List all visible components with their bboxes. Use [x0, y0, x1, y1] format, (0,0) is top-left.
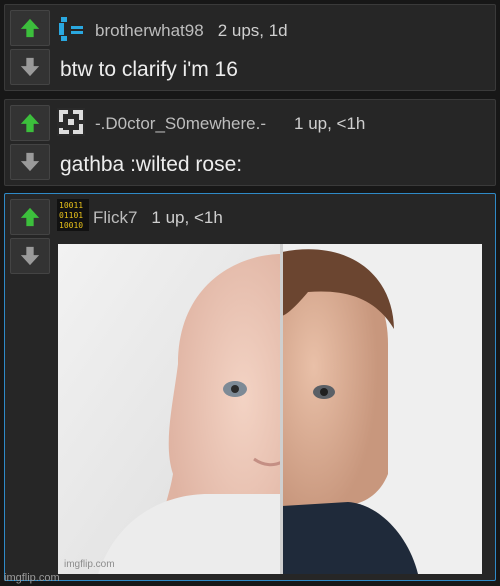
username-link[interactable]: -.D0ctor_S0mewhere.-	[95, 114, 266, 133]
comment-card: brotherwhat98 2 ups, 1d btw to clarify i'…	[4, 4, 496, 91]
vote-column	[10, 199, 50, 277]
comment-meta: brotherwhat98 2 ups, 1d	[95, 21, 288, 41]
svg-text:10010: 10010	[59, 221, 83, 230]
footer-watermark: imgflip.com	[4, 572, 60, 584]
username-link[interactable]: brotherwhat98	[95, 21, 204, 40]
up-arrow-icon	[20, 18, 40, 38]
svg-text:01101: 01101	[59, 211, 83, 220]
comment-image[interactable]: imgflip.com	[58, 244, 482, 574]
up-arrow-icon	[20, 113, 40, 133]
upvote-button[interactable]	[10, 105, 50, 141]
downvote-button[interactable]	[10, 144, 50, 180]
avatar[interactable]: 10011 01101 10010	[57, 199, 89, 231]
upvote-button[interactable]	[10, 199, 50, 235]
comment-meta: Flick7 1 up, <1h	[93, 208, 223, 228]
up-arrow-icon	[20, 207, 40, 227]
comment-text: gathba :wilted rose:	[60, 153, 243, 176]
downvote-button[interactable]	[10, 238, 50, 274]
vote-column	[10, 105, 50, 183]
avatar[interactable]	[55, 13, 87, 45]
comment-stats: 1 up, <1h	[294, 114, 366, 133]
svg-text:10011: 10011	[59, 201, 83, 210]
pixel-square-logo-icon	[57, 108, 85, 136]
username-link[interactable]: Flick7	[93, 208, 137, 227]
binary-digits-icon: 10011 01101 10010	[57, 199, 89, 231]
down-arrow-icon	[20, 57, 40, 77]
upvote-button[interactable]	[10, 10, 50, 46]
comment-text: btw to clarify i'm 16	[60, 58, 238, 81]
comment-meta: -.D0ctor_S0mewhere.- 1 up, <1h	[95, 114, 365, 134]
comment-stats: 2 ups, 1d	[217, 21, 288, 40]
down-arrow-icon	[20, 246, 40, 266]
vote-column	[10, 10, 50, 88]
baby-photo	[58, 244, 482, 574]
comment-card: -.D0ctor_S0mewhere.- 1 up, <1h gathba :wi…	[4, 99, 496, 186]
downvote-button[interactable]	[10, 49, 50, 85]
image-watermark: imgflip.com	[64, 559, 115, 570]
comment-stats: 1 up, <1h	[151, 208, 223, 227]
avatar[interactable]	[55, 106, 87, 138]
down-arrow-icon	[20, 152, 40, 172]
bracket-logo-icon	[59, 17, 83, 41]
